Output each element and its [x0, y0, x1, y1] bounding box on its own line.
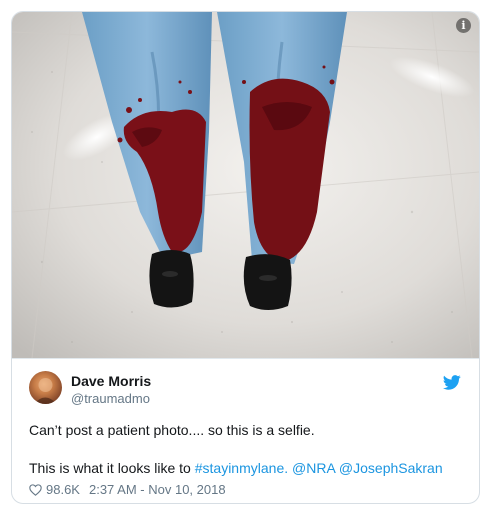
info-icon[interactable]: i	[456, 18, 471, 33]
heart-icon[interactable]	[29, 483, 42, 496]
tweet-photo[interactable]: i	[12, 12, 479, 358]
tweet-text-line-1: Can’t post a patient photo.... so this i…	[29, 422, 315, 438]
timestamp[interactable]: 2:37 AM - Nov 10, 2018	[89, 482, 226, 497]
media-divider	[12, 358, 479, 359]
tweet-card[interactable]: i Dave Morris @traumadmo Can’t post a pa…	[11, 11, 480, 504]
tweet-footer: 98.6K 2:37 AM - Nov 10, 2018	[29, 482, 226, 497]
tweet-text-line-2: This is what it looks like to #stayinmyl…	[29, 460, 443, 476]
mention-link-josephsakran[interactable]: @JosephSakran	[339, 460, 443, 476]
tweet-text-prefix: This is what it looks like to	[29, 460, 195, 476]
twitter-bird-icon[interactable]	[443, 375, 461, 390]
hashtag-link[interactable]: #stayinmylane.	[195, 460, 288, 476]
mention-link-nra[interactable]: @NRA	[292, 460, 335, 476]
avatar[interactable]	[29, 371, 62, 404]
like-count[interactable]: 98.6K	[46, 482, 80, 497]
author-name[interactable]: Dave Morris	[71, 373, 151, 389]
author-handle[interactable]: @traumadmo	[71, 391, 150, 406]
